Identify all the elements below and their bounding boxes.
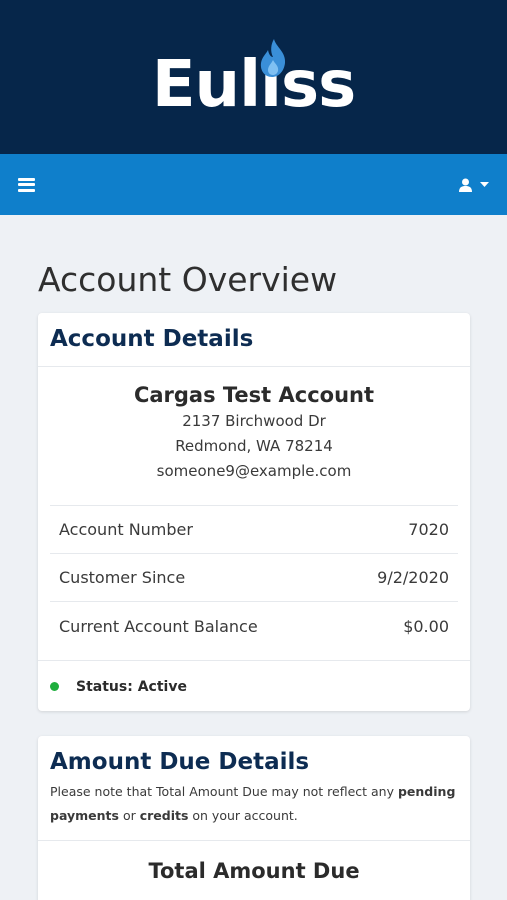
user-menu-button[interactable]	[459, 178, 489, 192]
account-details-header: Account Details	[38, 313, 470, 367]
account-email: someone9@example.com	[156, 462, 352, 480]
page-title: Account Overview	[38, 260, 338, 299]
hamburger-icon[interactable]	[18, 177, 35, 192]
note-bold-credits: credits	[139, 808, 189, 823]
customer-since-row: Customer Since 9/2/2020	[50, 554, 458, 602]
row-value: 9/2/2020	[377, 568, 449, 587]
brand-header: Euliss	[0, 0, 507, 154]
main-content: Account Overview Account Details Cargas …	[0, 259, 507, 900]
amount-due-header: Amount Due Details Please note that Tota…	[38, 736, 470, 841]
row-value: 7020	[408, 520, 449, 539]
account-number-row: Account Number 7020	[50, 506, 458, 554]
account-summary: Cargas Test Account 2137 Birchwood Dr Re…	[38, 367, 470, 505]
status-dot-icon	[50, 682, 59, 691]
note-text: Please note that Total Amount Due may no…	[50, 784, 398, 799]
note-text: or	[118, 808, 140, 823]
euliss-logo[interactable]: Euliss	[152, 53, 356, 117]
account-status: Status: Active	[38, 660, 470, 712]
user-icon	[459, 178, 472, 192]
account-details-title: Account Details	[50, 326, 254, 352]
row-value: $0.00	[403, 616, 449, 636]
account-details-card: Account Details Cargas Test Account 2137…	[38, 313, 470, 711]
amount-due-note: Please note that Total Amount Due may no…	[50, 780, 458, 828]
amount-due-card: Amount Due Details Please note that Tota…	[38, 736, 470, 900]
status-text: Status: Active	[76, 678, 187, 695]
caret-down-icon	[480, 181, 489, 187]
account-name: Cargas Test Account	[133, 383, 375, 407]
address-line-1: 2137 Birchwood Dr	[182, 412, 326, 430]
row-label: Customer Since	[59, 568, 186, 587]
note-text: on your account.	[188, 808, 298, 823]
account-balance-row: Current Account Balance $0.00	[50, 602, 458, 650]
row-label: Account Number	[59, 520, 193, 539]
address-line-2: Redmond, WA 78214	[175, 437, 333, 455]
account-detail-table: Account Number 7020 Customer Since 9/2/2…	[50, 505, 458, 650]
amount-due-title: Amount Due Details	[50, 749, 310, 775]
row-label: Current Account Balance	[59, 616, 258, 636]
top-nav-bar	[0, 154, 507, 215]
total-amount-due-title: Total Amount Due	[148, 859, 360, 883]
flame-icon	[260, 39, 286, 77]
